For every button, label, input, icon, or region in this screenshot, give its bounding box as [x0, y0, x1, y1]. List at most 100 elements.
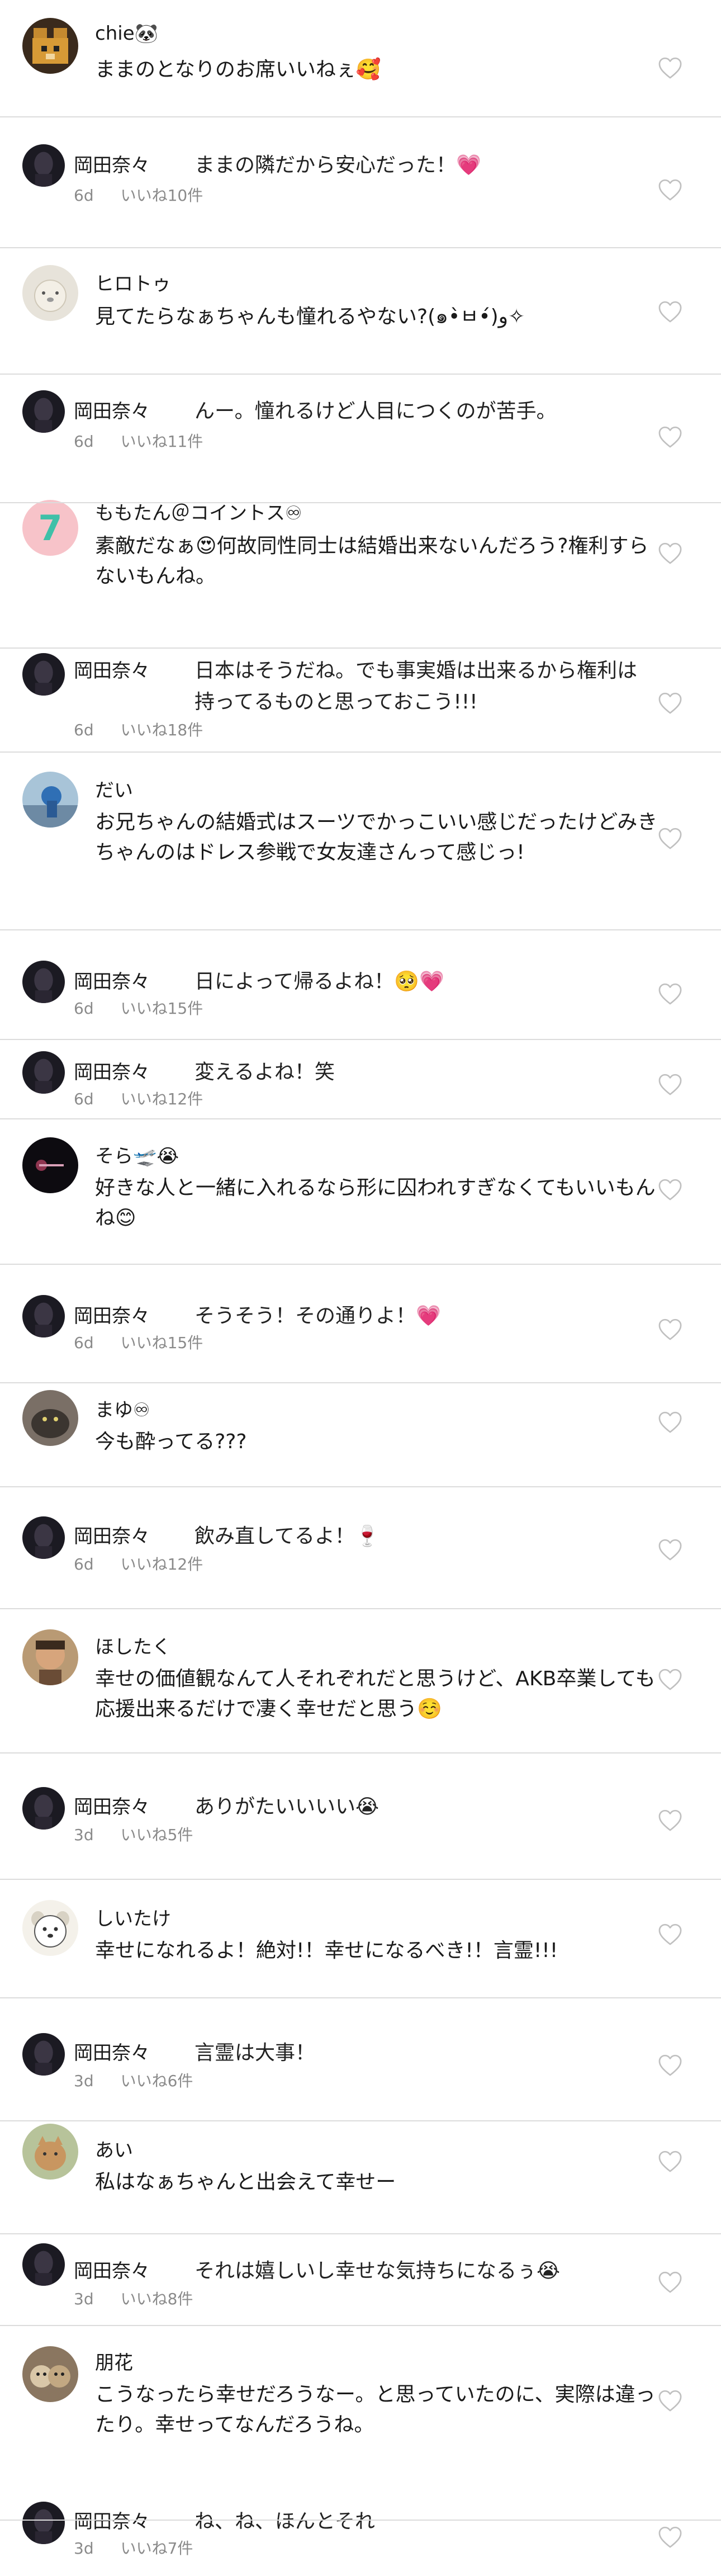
like-count[interactable]: いいね5件 [121, 1826, 193, 1844]
username[interactable]: そら🛫😭 [95, 1141, 179, 1168]
username[interactable]: chie🐼 [95, 22, 158, 45]
divider [0, 751, 721, 753]
heart-outline-icon[interactable] [657, 178, 683, 201]
heart-outline-icon[interactable] [657, 2389, 683, 2412]
timestamp: 3d [74, 2290, 94, 2308]
heart-outline-icon[interactable] [657, 826, 683, 850]
heart-outline-icon[interactable] [657, 1317, 683, 1341]
like-count[interactable]: いいね10件 [121, 186, 203, 205]
heart-outline-icon[interactable] [657, 1410, 683, 1434]
timestamp: 6d [74, 1555, 94, 1573]
heart-outline-icon[interactable] [657, 2149, 683, 2173]
avatar[interactable] [22, 2243, 65, 2286]
avatar[interactable] [22, 1137, 78, 1193]
heart-outline-icon[interactable] [657, 425, 683, 448]
avatar[interactable] [22, 961, 65, 1003]
username[interactable]: 岡田奈々 [74, 655, 150, 683]
divider [0, 647, 721, 649]
like-count[interactable]: いいね12件 [121, 1555, 203, 1573]
username[interactable]: 岡田奈々 [74, 1301, 150, 1328]
heart-outline-icon[interactable] [657, 691, 683, 715]
like-count[interactable]: いいね15件 [121, 999, 203, 1018]
reply-text: 日本はそうだね。でも事実婚は出来るから権利は持ってるものと思っておこう!!! [195, 659, 638, 713]
avatar[interactable] [22, 18, 78, 74]
heart-outline-icon[interactable] [657, 2525, 683, 2549]
avatar[interactable] [22, 1787, 65, 1830]
divider [0, 374, 721, 375]
heart-outline-icon[interactable] [657, 56, 683, 79]
avatar[interactable] [22, 653, 65, 696]
avatar[interactable] [22, 144, 65, 187]
comment-text: お兄ちゃんの結婚式はスーツでかっこいい感じだったけどみきちゃんのはドレス参戦で女… [95, 811, 658, 864]
heart-outline-icon[interactable] [657, 300, 683, 323]
divider [0, 1997, 721, 1998]
divider [0, 1879, 721, 1880]
avatar[interactable] [22, 1629, 78, 1685]
avatar[interactable] [22, 265, 78, 321]
heart-outline-icon[interactable] [657, 2053, 683, 2077]
heart-outline-icon[interactable] [657, 541, 683, 565]
comment-text: 好きな人と一緒に入れるなら形に囚われすぎなくてもいいもんね😊 [95, 1176, 656, 1230]
avatar[interactable] [22, 1051, 65, 1094]
avatar[interactable] [22, 390, 65, 433]
username[interactable]: あい [95, 2135, 133, 2162]
username[interactable]: 岡田奈々 [74, 150, 150, 177]
username[interactable]: まゆ♾ [95, 1395, 150, 1422]
avatar[interactable] [22, 2502, 65, 2544]
avatar[interactable] [22, 1390, 78, 1446]
comment-text: 幸せになれるよ！絶対!！幸せになるべき!！言霊!!! [95, 1939, 558, 1962]
like-count[interactable]: いいね7件 [121, 2539, 193, 2558]
comment-text: 私はなぁちゃんと出会えて幸せー [95, 2171, 396, 2194]
divider [0, 2325, 721, 2326]
like-count[interactable]: いいね8件 [121, 2290, 193, 2308]
avatar[interactable] [22, 1900, 78, 1956]
username[interactable]: 岡田奈々 [74, 966, 150, 994]
like-count[interactable]: いいね12件 [121, 1090, 203, 1108]
username[interactable]: 岡田奈々 [74, 2256, 150, 2283]
avatar[interactable] [22, 1295, 65, 1337]
timestamp: 6d [74, 1090, 94, 1108]
username[interactable]: 朋花 [95, 2347, 133, 2375]
like-count[interactable]: いいね15件 [121, 1334, 203, 1352]
reply-text: ままの隣だから安心だった！💗 [195, 154, 481, 177]
comment-meta: 6d いいね18件 [74, 718, 230, 740]
username[interactable]: 岡田奈々 [74, 1057, 150, 1084]
like-count[interactable]: いいね6件 [121, 2072, 193, 2090]
heart-outline-icon[interactable] [657, 1667, 683, 1691]
divider [0, 2520, 721, 2521]
avatar[interactable] [22, 1516, 65, 1559]
reply-text: それは嬉しいし幸せな気持ちになるぅ😭 [195, 2260, 561, 2282]
username[interactable]: だい [95, 775, 133, 802]
heart-outline-icon[interactable] [657, 2270, 683, 2294]
like-count[interactable]: いいね18件 [121, 721, 203, 739]
avatar[interactable] [22, 2346, 78, 2402]
avatar[interactable] [22, 2033, 65, 2076]
username[interactable]: 岡田奈々 [74, 1521, 150, 1548]
timestamp: 6d [74, 721, 94, 739]
username[interactable]: 岡田奈々 [74, 1792, 150, 1819]
divider [0, 502, 721, 503]
username[interactable]: 岡田奈々 [74, 396, 150, 423]
avatar[interactable] [22, 2124, 78, 2180]
avatar[interactable]: 7 [22, 500, 78, 556]
heart-outline-icon[interactable] [657, 982, 683, 1005]
like-count[interactable]: いいね11件 [121, 432, 203, 451]
heart-outline-icon[interactable] [657, 1922, 683, 1946]
avatar[interactable] [22, 772, 78, 828]
divider [0, 1264, 721, 1265]
heart-outline-icon[interactable] [657, 1808, 683, 1832]
username[interactable]: しいたけ [95, 1903, 171, 1931]
heart-outline-icon[interactable] [657, 1178, 683, 1201]
divider [0, 1382, 721, 1383]
comment-text: 素敵だなぁ😍何故同性同士は結婚出来ないんだろう?権利すらないもんね。 [95, 535, 649, 588]
comment-meta: 3d いいね6件 [74, 2069, 220, 2091]
username[interactable]: ヒロトゥ [95, 268, 171, 296]
timestamp: 3d [74, 2072, 94, 2090]
comment-feed: chie🐼 ままのとなりのお席いいねぇ🥰 岡田奈々 ままの隣だから安心だった！💗 6d い… [0, 0, 721, 2576]
heart-outline-icon[interactable] [657, 1072, 683, 1096]
reply-text: ありがたいいいい😭 [195, 1795, 380, 1818]
timestamp: 3d [74, 1826, 94, 1844]
username[interactable]: ほしたく [95, 1632, 171, 1659]
username[interactable]: 岡田奈々 [74, 2038, 150, 2065]
heart-outline-icon[interactable] [657, 1538, 683, 1561]
